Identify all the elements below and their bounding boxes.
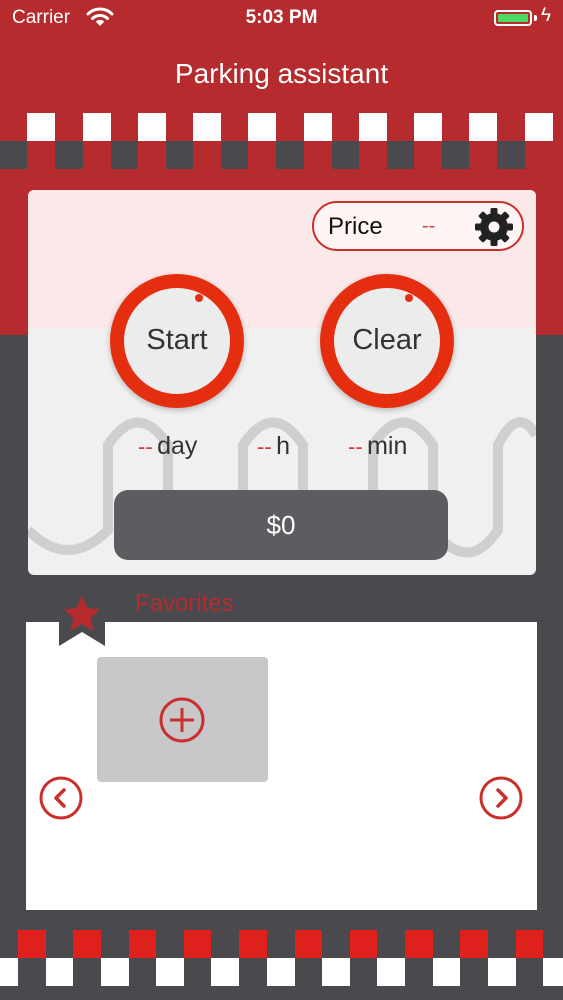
checker-strip-top-white [0,113,563,141]
hour-value: -- [257,434,272,459]
day-value: -- [138,434,153,459]
clear-button[interactable]: Clear [320,274,454,408]
battery-icon [494,10,532,26]
page-title: Parking assistant [174,58,389,89]
hour-unit: h [276,432,291,460]
start-button[interactable]: Start [110,274,244,408]
add-favorite-button[interactable] [97,657,268,782]
gear-icon[interactable] [474,207,514,247]
min-unit: min [367,432,408,460]
checker-strip-bottom-white [0,958,563,986]
parking-card: Price -- Start Clear -- day -- h -- min … [28,190,536,575]
duration-minutes: -- min [348,432,407,461]
min-value: -- [348,434,363,459]
clear-indicator-dot [405,294,413,302]
checker-strip-bottom-red [0,930,563,958]
price-setting[interactable]: Price -- [312,201,524,251]
star-icon [59,592,105,646]
day-unit: day [157,432,198,460]
duration-hours: -- h [257,432,290,461]
checker-strip-top-gray [0,141,563,169]
chevron-left-icon[interactable] [38,775,84,821]
chevron-right-icon[interactable] [478,775,524,821]
status-bar: Carrier 5:03 PM ϟ [0,0,563,38]
favorites-panel [26,622,537,910]
duration-day: -- day [138,432,197,461]
favorites-title: Favorites [135,590,234,617]
start-indicator-dot [195,294,203,302]
clear-label: Clear [352,324,422,356]
price-label: Price [328,213,383,240]
plus-circle-icon [159,697,205,743]
charging-icon: ϟ [541,5,552,26]
clock: 5:03 PM [245,7,318,28]
battery-cap [534,15,537,21]
total-cost-display: $0 [114,490,448,560]
battery-level [498,14,528,22]
price-value: -- [422,215,436,237]
start-label: Start [146,324,208,356]
